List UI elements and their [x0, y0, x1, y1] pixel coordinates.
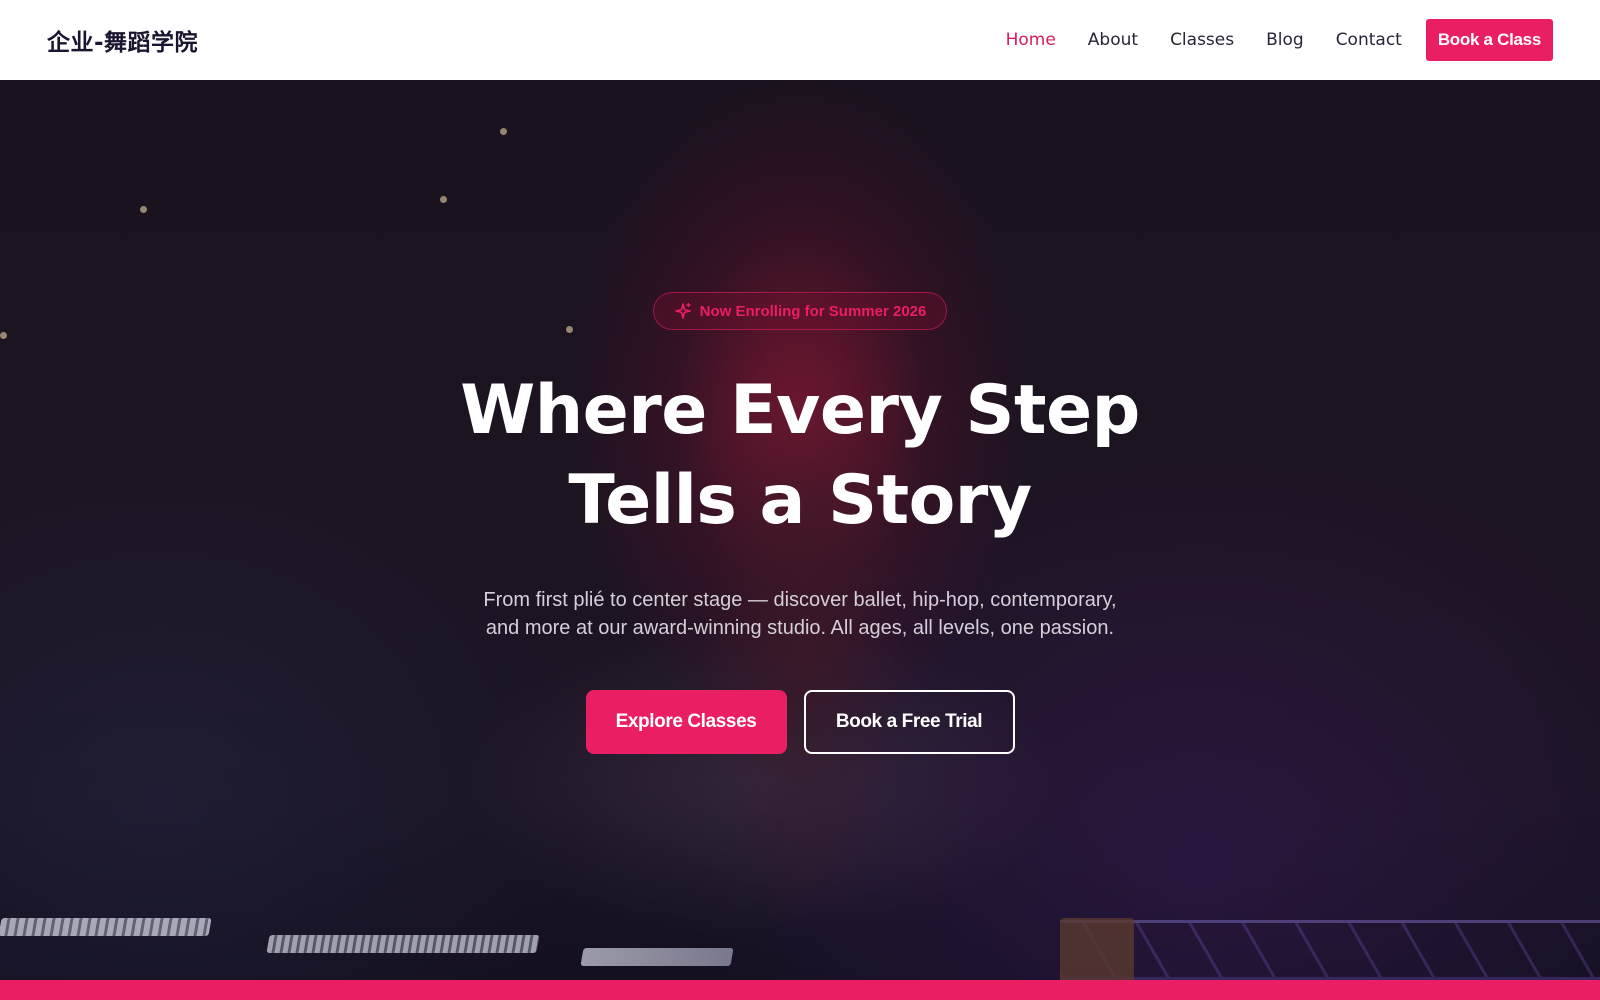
nav-link-classes[interactable]: Classes [1170, 30, 1234, 50]
headline-line-2: Tells a Story [568, 461, 1032, 540]
accent-bottom-bar [0, 980, 1600, 1000]
book-a-class-button[interactable]: Book a Class [1425, 19, 1553, 61]
hero-content: Now Enrolling for Summer 2026 Where Ever… [0, 80, 1600, 980]
nav-link-blog[interactable]: Blog [1266, 30, 1304, 50]
explore-classes-button[interactable]: Explore Classes [585, 690, 787, 754]
hero-section: Now Enrolling for Summer 2026 Where Ever… [0, 80, 1600, 980]
enrollment-badge: Now Enrolling for Summer 2026 [652, 292, 948, 330]
hero-headline: Where Every Step Tells a Story [460, 366, 1140, 546]
badge-text: Now Enrolling for Summer 2026 [699, 302, 927, 320]
sparkles-icon [674, 302, 692, 320]
book-free-trial-button[interactable]: Book a Free Trial [803, 690, 1015, 754]
nav-link-about[interactable]: About [1088, 30, 1138, 50]
site-logo[interactable]: 企业-舞蹈学院 [47, 23, 198, 57]
nav-link-contact[interactable]: Contact [1336, 30, 1402, 50]
site-header: 企业-舞蹈学院 Home About Classes Blog Contact … [0, 0, 1600, 80]
nav-link-home[interactable]: Home [1006, 30, 1056, 50]
headline-line-1: Where Every Step [460, 371, 1140, 450]
hero-subtitle: From first plié to center stage — discov… [483, 589, 1117, 639]
main-nav: Home About Classes Blog Contact Book a C… [974, 0, 1553, 80]
hero-buttons: Explore Classes Book a Free Trial [585, 690, 1015, 754]
